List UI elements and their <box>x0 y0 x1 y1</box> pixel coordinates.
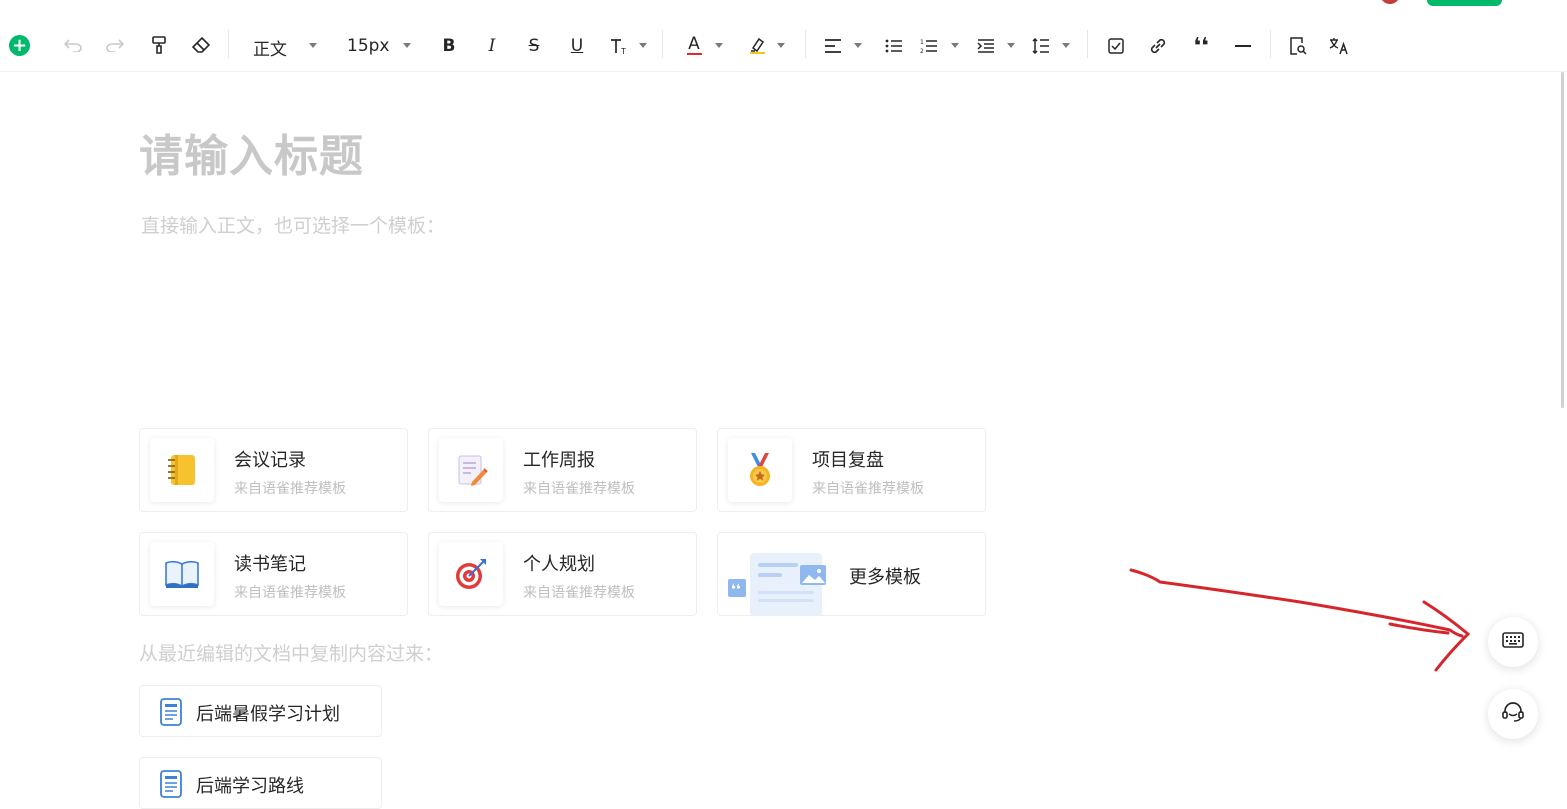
template-source: 来自语雀推荐模板 <box>812 481 924 497</box>
align-left-icon[interactable] <box>822 33 844 59</box>
svg-text:T: T <box>620 47 626 55</box>
customer-service-button[interactable] <box>1488 689 1538 739</box>
insert-plus-icon[interactable]: + <box>9 35 30 56</box>
indent-icon[interactable] <box>975 33 997 59</box>
toolbar-divider <box>228 30 229 58</box>
template-name: 项目复盘 <box>812 450 884 471</box>
template-card-reading-notes[interactable]: 读书笔记 来自语雀推荐模板 <box>139 532 408 616</box>
paragraph-style-select[interactable]: 正文 <box>253 35 287 60</box>
template-source: 来自语雀推荐模板 <box>523 585 635 601</box>
bold-icon[interactable]: B <box>438 33 460 59</box>
divider-line-icon[interactable] <box>1232 33 1254 59</box>
clear-format-icon[interactable] <box>190 32 212 58</box>
chevron-down-icon[interactable] <box>639 43 647 48</box>
top-header-strip <box>0 0 1567 18</box>
template-source: 来自语雀推荐模板 <box>523 481 635 497</box>
chevron-down-icon[interactable] <box>403 43 411 48</box>
avatar[interactable] <box>1380 0 1400 4</box>
chevron-down-icon[interactable] <box>1007 43 1015 48</box>
chevron-down-icon[interactable] <box>854 43 862 48</box>
template-card-project-review[interactable]: 项目复盘 来自语雀推荐模板 <box>717 428 986 512</box>
chevron-down-icon[interactable] <box>309 43 317 48</box>
template-card-personal-plan[interactable]: 个人规划 来自语雀推荐模板 <box>428 532 697 616</box>
quote-icon[interactable]: ❛❛ <box>1190 33 1212 59</box>
template-card-more[interactable]: ❛❛ 更多模板 <box>717 532 986 616</box>
template-name: 更多模板 <box>849 567 921 588</box>
open-book-icon <box>150 542 214 606</box>
template-name: 个人规划 <box>523 554 595 575</box>
toolbar-divider <box>805 30 806 58</box>
bullet-list-icon[interactable] <box>883 33 905 59</box>
template-card-weekly-report[interactable]: 工作周报 来自语雀推荐模板 <box>428 428 697 512</box>
keyboard-icon <box>1502 632 1524 652</box>
headset-icon <box>1501 701 1525 727</box>
publish-button[interactable] <box>1427 0 1502 6</box>
target-icon <box>439 542 503 606</box>
medal-icon <box>728 438 792 502</box>
recent-doc-name: 后端学习路线 <box>196 776 304 797</box>
template-name: 工作周报 <box>523 450 595 471</box>
toolbar-divider <box>1087 30 1088 58</box>
redo-icon[interactable] <box>104 32 126 58</box>
chevron-down-icon[interactable] <box>1062 43 1070 48</box>
notebook-icon <box>150 438 214 502</box>
title-input[interactable]: 请输入标题 <box>139 120 364 184</box>
report-pencil-icon <box>439 438 503 502</box>
toolbar-divider <box>662 30 663 58</box>
template-name: 读书笔记 <box>234 554 306 575</box>
template-source: 来自语雀推荐模板 <box>234 481 346 497</box>
font-size-select[interactable]: 15px <box>347 36 389 56</box>
highlight-icon[interactable] <box>745 32 769 58</box>
template-card-meeting[interactable]: 会议记录 来自语雀推荐模板 <box>139 428 408 512</box>
strikethrough-icon[interactable]: S <box>523 33 545 59</box>
recent-doc-item[interactable]: 后端学习路线 <box>139 757 382 809</box>
svg-text:1: 1 <box>920 39 924 46</box>
ordered-list-icon[interactable]: 12 <box>918 33 940 59</box>
find-replace-icon[interactable] <box>1287 33 1309 59</box>
underline-icon[interactable]: U <box>566 33 588 59</box>
svg-text:2: 2 <box>920 48 924 54</box>
svg-text:❛❛: ❛❛ <box>731 582 741 598</box>
template-name: 会议记录 <box>234 450 306 471</box>
text-style-icon[interactable]: T <box>606 33 632 59</box>
template-gallery-icon: ❛❛ <box>728 551 834 615</box>
chevron-down-icon[interactable] <box>777 43 785 48</box>
scrollbar[interactable] <box>1561 72 1564 408</box>
line-height-icon[interactable] <box>1030 33 1052 59</box>
document-icon <box>160 698 182 730</box>
italic-icon[interactable]: I <box>481 33 503 59</box>
recent-doc-item[interactable]: 后端暑假学习计划 <box>139 685 382 737</box>
chevron-down-icon[interactable] <box>715 43 723 48</box>
keyboard-shortcuts-button[interactable] <box>1488 617 1538 667</box>
format-painter-icon[interactable] <box>148 32 170 58</box>
font-color-icon[interactable]: A <box>682 32 706 58</box>
link-icon[interactable] <box>1147 33 1169 59</box>
document-icon <box>160 770 182 802</box>
undo-icon[interactable] <box>62 32 84 58</box>
template-source: 来自语雀推荐模板 <box>234 585 346 601</box>
recent-doc-name: 后端暑假学习计划 <box>196 704 340 725</box>
translate-icon[interactable] <box>1328 33 1350 59</box>
chevron-down-icon[interactable] <box>951 43 959 48</box>
toolbar-divider <box>1270 30 1271 58</box>
task-checkbox-icon[interactable] <box>1105 33 1127 59</box>
recent-docs-hint: 从最近编辑的文档中复制内容过来： <box>139 643 444 665</box>
body-hint[interactable]: 直接输入正文，也可选择一个模板： <box>141 211 445 238</box>
